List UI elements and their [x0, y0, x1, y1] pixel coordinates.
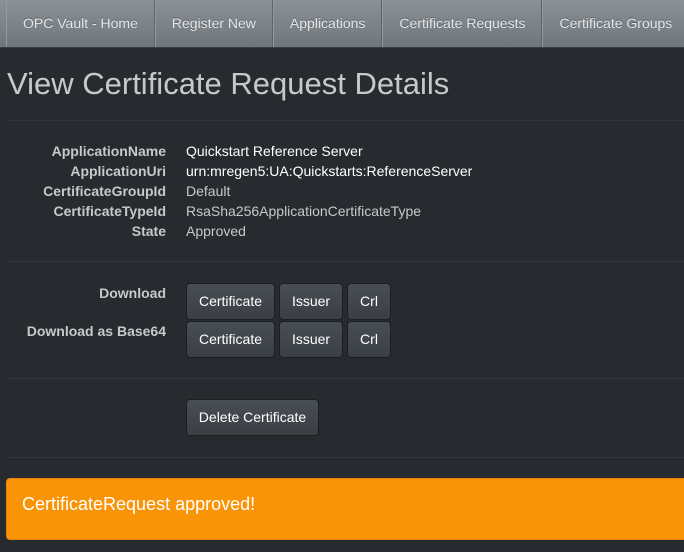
detail-value: RsaSha256ApplicationCertificateType	[186, 203, 422, 219]
download-label: Download	[99, 285, 166, 301]
detail-state: State Approved	[0, 223, 684, 243]
top-navbar: OPC Vault - Home Register New Applicatio…	[0, 0, 684, 48]
divider	[6, 378, 684, 379]
download-base64-crl-button[interactable]: Crl	[347, 321, 391, 358]
nav-home[interactable]: OPC Vault - Home	[6, 0, 155, 47]
detail-label: ApplicationUri	[70, 163, 166, 179]
nav-register-new[interactable]: Register New	[154, 0, 273, 47]
delete-certificate-button[interactable]: Delete Certificate	[186, 399, 319, 436]
divider	[6, 457, 684, 458]
detail-label: CertificateTypeId	[53, 203, 166, 219]
nav-certificate-requests[interactable]: Certificate Requests	[382, 0, 543, 47]
divider	[6, 261, 684, 262]
page-title: View Certificate Request Details	[7, 66, 450, 101]
download-base64-issuer-button[interactable]: Issuer	[279, 321, 343, 358]
download-base64-certificate-button[interactable]: Certificate	[186, 321, 275, 358]
detail-value: Approved	[186, 223, 246, 239]
detail-certificate-group-id: CertificateGroupId Default	[0, 183, 684, 203]
detail-certificate-type-id: CertificateTypeId RsaSha256ApplicationCer…	[0, 203, 684, 223]
detail-value: Default	[186, 183, 231, 199]
download-base64-label: Download as Base64	[26, 323, 166, 339]
detail-label: State	[131, 223, 166, 239]
alert-message: CertificateRequest approved!	[22, 494, 256, 514]
detail-application-name: ApplicationName Quickstart Reference Serv…	[0, 143, 684, 163]
detail-label: ApplicationName	[51, 143, 166, 159]
success-alert: CertificateRequest approved!	[6, 478, 684, 540]
detail-label: CertificateGroupId	[43, 183, 166, 199]
download-crl-button[interactable]: Crl	[347, 283, 391, 320]
download-certificate-button[interactable]: Certificate	[186, 283, 275, 320]
download-issuer-button[interactable]: Issuer	[279, 283, 343, 320]
nav-certificate-groups[interactable]: Certificate Groups	[542, 0, 684, 47]
detail-value: urn:mregen5:UA:Quickstarts:ReferenceServ…	[186, 163, 473, 179]
detail-application-uri: ApplicationUri urn:mregen5:UA:Quickstarts…	[0, 163, 684, 183]
detail-value: Quickstart Reference Server	[186, 143, 363, 159]
divider	[6, 120, 684, 121]
nav-applications[interactable]: Applications	[272, 0, 383, 47]
